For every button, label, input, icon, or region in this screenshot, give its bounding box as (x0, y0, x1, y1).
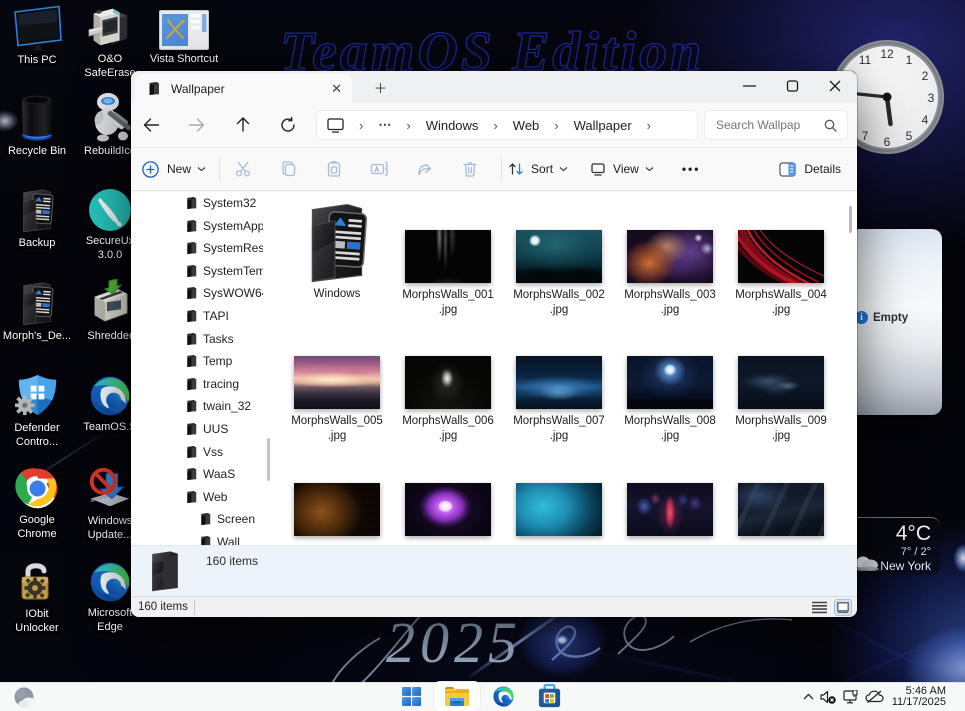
svg-text:11: 11 (859, 53, 872, 67)
svg-text:5: 5 (906, 129, 913, 143)
svg-text:2: 2 (922, 69, 929, 83)
svg-text:12: 12 (880, 47, 894, 61)
svg-text:4: 4 (922, 113, 929, 127)
svg-text:3: 3 (928, 91, 935, 105)
svg-text:6: 6 (884, 135, 891, 149)
svg-text:7: 7 (862, 129, 869, 143)
svg-text:1: 1 (906, 53, 913, 67)
